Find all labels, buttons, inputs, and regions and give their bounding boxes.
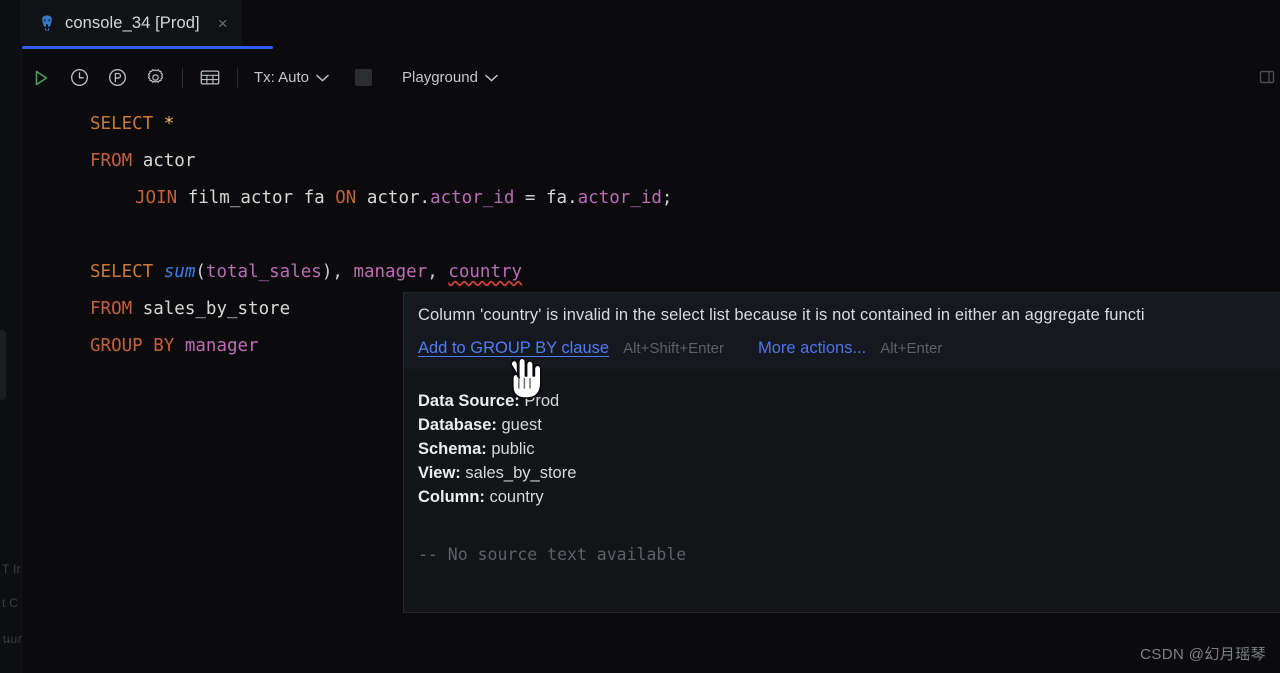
play-triangle-icon [31, 68, 51, 88]
tooltip-header: Column 'country' is invalid in the selec… [404, 293, 1280, 369]
metadata-value: guest [501, 416, 542, 434]
source-text-placeholder: -- No source text available [418, 545, 687, 564]
editor-toolbar: Tx: Auto Playground [22, 55, 1280, 100]
table-view-button[interactable] [191, 59, 229, 97]
p-circle-icon [107, 67, 128, 88]
transaction-mode-selector[interactable]: Tx: Auto [246, 64, 337, 91]
metadata-value: sales_by_store [465, 464, 577, 482]
sql-keyword-on: ON [335, 188, 357, 208]
tooltip-metadata: Data Source: Prod Database: guest Schema… [404, 369, 1280, 509]
sql-paren-close: ) [321, 262, 333, 282]
profile-button[interactable] [98, 59, 136, 97]
metadata-row: View: sales_by_store [418, 461, 1280, 485]
settings-button[interactable] [136, 59, 174, 97]
csdn-watermark: CSDN @幻月瑶琴 [1140, 646, 1266, 663]
close-icon[interactable]: × [218, 15, 228, 32]
sql-column-country-error[interactable]: country [448, 262, 522, 282]
metadata-row: Database: guest [418, 413, 1280, 437]
sql-console-window: T Ir t C นuก console_34 [Prod] × Tx: Aut… [0, 0, 1280, 673]
sql-operator-equals: = [524, 188, 536, 208]
chevron-down-icon [485, 69, 498, 86]
metadata-row: Column: country [418, 485, 1280, 509]
metadata-value: Prod [524, 392, 560, 410]
inspection-message: Column 'country' is invalid in the selec… [418, 306, 1145, 324]
gutter-resize-handle[interactable] [0, 330, 6, 400]
metadata-label: Database: [418, 416, 497, 434]
sql-keyword-group-by: GROUP BY [90, 336, 175, 356]
metadata-label: Schema: [418, 440, 487, 458]
sql-star: * [163, 114, 175, 134]
code-line-1: SELECT * [22, 106, 1280, 143]
sql-table-actor: actor [142, 151, 196, 171]
sql-column-actor-id-left: actor_id [430, 188, 515, 208]
clock-icon [69, 67, 90, 88]
execute-button[interactable] [22, 59, 60, 97]
metadata-value: public [491, 440, 535, 458]
sql-semicolon: ; [661, 188, 673, 208]
schema-selector[interactable]: Playground [394, 64, 506, 91]
code-line-5: SELECT sum(total_sales), manager, countr… [22, 254, 1280, 291]
inspection-tooltip: Column 'country' is invalid in the selec… [403, 292, 1280, 613]
gutter-ghost-text-2: t C [2, 596, 19, 610]
sql-function-sum: sum [163, 262, 196, 282]
sql-column-total-sales: total_sales [205, 262, 322, 282]
more-actions-shortcut: Alt+Enter [880, 340, 943, 357]
sql-view-sales-by-store: sales_by_store [142, 299, 291, 319]
postgresql-elephant-icon [38, 14, 56, 32]
tab-title: console_34 [Prod] [65, 13, 200, 32]
sql-keyword-from: FROM [90, 151, 133, 171]
gutter-ghost-text-1: T Ir [2, 562, 21, 576]
code-line-3: JOIN film_actor fa ON actor.actor_id = f… [22, 180, 1280, 217]
schema-selector-label: Playground [402, 69, 478, 86]
active-tab-indicator [22, 46, 273, 49]
sql-comma-2: , [427, 262, 449, 282]
tab-bar: console_34 [Prod] × [22, 0, 1280, 49]
metadata-label: Data Source: [418, 392, 520, 410]
sql-table-film-actor: film_actor [187, 188, 294, 208]
transaction-mode-label: Tx: Auto [254, 69, 310, 86]
sql-alias-fa: fa [303, 188, 325, 208]
sql-keyword-select-2: SELECT [90, 262, 154, 282]
panel-layout-icon[interactable] [1258, 68, 1276, 86]
left-gutter: T Ir t C นuก [0, 0, 25, 673]
sql-keyword-from-2: FROM [90, 299, 133, 319]
sql-ref-actor: actor. [366, 188, 431, 208]
stop-button[interactable] [355, 69, 373, 86]
sql-paren-open: ( [195, 262, 206, 282]
sql-ref-fa: fa. [546, 188, 578, 208]
sql-column-manager-2: manager [184, 336, 259, 356]
sql-keyword-join: JOIN [135, 188, 178, 208]
tooltip-actions: Add to GROUP BY clause Alt+Shift+Enter M… [418, 339, 1280, 358]
code-line-2: FROM actor [22, 143, 1280, 180]
sql-column-manager: manager [353, 262, 428, 282]
tab-console-34[interactable]: console_34 [Prod] × [22, 0, 242, 46]
metadata-row: Schema: public [418, 437, 1280, 461]
toolbar-divider-2 [237, 67, 238, 88]
chevron-down-icon [316, 69, 329, 86]
metadata-value: country [489, 488, 544, 506]
sql-comma-1: , [332, 262, 354, 282]
add-to-group-by-link[interactable]: Add to GROUP BY clause [418, 339, 609, 358]
metadata-label: Column: [418, 488, 485, 506]
sql-keyword-select: SELECT [90, 114, 154, 134]
gear-icon [145, 67, 166, 88]
table-grid-icon [199, 68, 221, 87]
more-actions-link[interactable]: More actions... [758, 339, 866, 358]
sql-column-actor-id-right: actor_id [577, 188, 662, 208]
history-button[interactable] [60, 59, 98, 97]
metadata-row: Data Source: Prod [418, 389, 1280, 413]
toolbar-divider-1 [182, 67, 183, 88]
metadata-label: View: [418, 464, 461, 482]
add-to-group-by-shortcut: Alt+Shift+Enter [623, 340, 724, 357]
